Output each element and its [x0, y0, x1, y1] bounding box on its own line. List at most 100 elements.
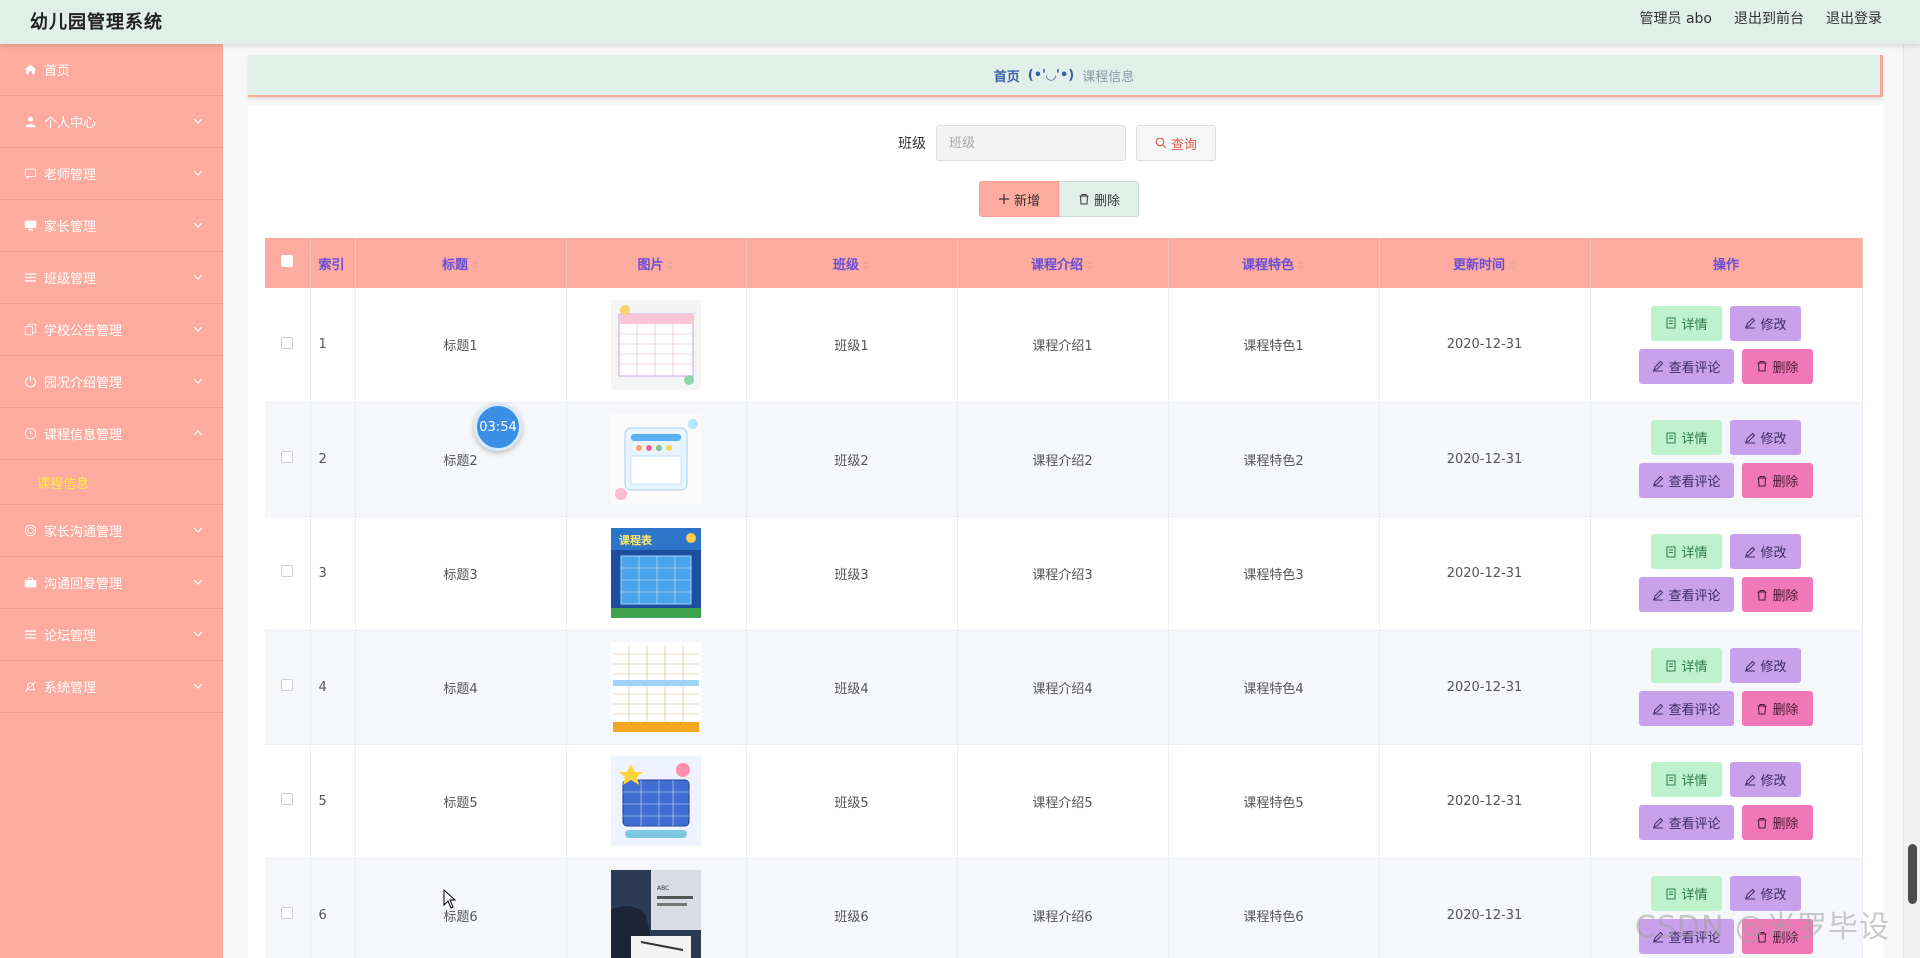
cell-feature: 课程特色6 [1168, 858, 1380, 958]
edit-button[interactable]: 修改 [1730, 305, 1801, 341]
view-comments-button[interactable]: 查看评论 [1639, 805, 1734, 840]
cell-title: 标题3 [355, 516, 567, 631]
edit-icon [1744, 546, 1756, 558]
row-checkbox[interactable] [281, 907, 294, 919]
row-actions-top: 详情 修改 [1651, 420, 1801, 455]
batch-delete-button[interactable]: 删除 [1059, 181, 1139, 217]
view-comments-button-label: 查看评论 [1668, 360, 1721, 376]
column-header-class[interactable]: 班级 [746, 238, 958, 288]
edit-button[interactable]: 修改 [1730, 420, 1801, 455]
target-icon [22, 523, 38, 539]
cell-image: ABC [566, 858, 747, 958]
sidebar-item-parents[interactable]: 家长管理 [0, 200, 223, 252]
delete-button[interactable]: 删除 [1742, 348, 1813, 384]
action-row: 新增 删除 [979, 181, 1139, 217]
sidebar-item-forum[interactable]: 论坛管理 [0, 609, 223, 661]
class-search-input[interactable] [936, 125, 1126, 161]
sidebar-item-course-info[interactable]: 课程信息管理 [0, 408, 223, 460]
schedule-chart-image[interactable] [611, 299, 701, 390]
column-updated-label: 更新时间 [1452, 257, 1505, 273]
column-header-updated[interactable]: 更新时间 [1379, 238, 1591, 288]
edit-button[interactable]: 修改 [1730, 534, 1801, 569]
spreadsheet-image[interactable] [611, 642, 701, 732]
detail-button[interactable]: 详情 [1651, 762, 1722, 797]
cell-index: 6 [310, 858, 356, 958]
edit-button[interactable]: 修改 [1730, 648, 1801, 683]
delete-button[interactable]: 删除 [1742, 691, 1813, 726]
row-checkbox[interactable] [281, 679, 294, 691]
sidebar-item-campus-intro[interactable]: 园况介绍管理 [0, 356, 223, 408]
breadcrumb-separator: (•'◡'•) [1027, 67, 1075, 83]
view-comments-button[interactable]: 查看评论 [1639, 463, 1734, 498]
column-header-feature[interactable]: 课程特色 [1168, 238, 1380, 288]
breadcrumb-home[interactable]: 首页 [994, 66, 1020, 85]
row-checkbox[interactable] [281, 336, 294, 349]
sidebar-item-system[interactable]: 系统管理 [0, 661, 223, 713]
column-header-intro[interactable]: 课程介绍 [957, 238, 1169, 288]
search-button[interactable]: 查询 [1136, 125, 1216, 161]
sidebar-item-parent-communication[interactable]: 家长沟通管理 [0, 505, 223, 557]
edit-icon [1652, 475, 1664, 487]
sidebar-item-classes[interactable]: 班级管理 [0, 252, 223, 304]
page-scrollbar[interactable] [1903, 44, 1920, 958]
detail-button[interactable]: 详情 [1651, 305, 1722, 341]
column-header-title[interactable]: 标题 [355, 238, 567, 288]
admin-user-label[interactable]: 管理员 abo [1640, 8, 1712, 28]
add-button[interactable]: 新增 [979, 181, 1059, 217]
cell-feature: 课程特色2 [1168, 402, 1380, 517]
chevron-down-icon [193, 168, 203, 178]
cartoon-timetable-image[interactable] [611, 756, 701, 846]
row-checkbox[interactable] [281, 565, 294, 577]
cell-intro: 课程介绍6 [957, 858, 1169, 958]
cell-index: 4 [310, 630, 356, 745]
submenu-item-course-info[interactable]: 课程信息 [0, 460, 223, 505]
sidebar-item-home[interactable]: 首页 [0, 44, 223, 96]
view-comments-button[interactable]: 查看评论 [1639, 577, 1734, 612]
sidebar-item-announcements[interactable]: 学校公告管理 [0, 304, 223, 356]
logout-link[interactable]: 退出登录 [1826, 8, 1882, 28]
view-comments-button-label: 查看评论 [1668, 817, 1721, 832]
study-photo-image[interactable]: ABC [611, 870, 701, 958]
mouse-cursor-icon [443, 889, 457, 909]
select-all-checkbox[interactable] [281, 255, 294, 267]
cell-class: 班级5 [746, 744, 958, 859]
go-frontend-link[interactable]: 退出到前台 [1734, 8, 1804, 28]
cell-image [566, 744, 747, 859]
scrollbar-thumb[interactable] [1908, 844, 1917, 904]
cell-class: 班级2 [746, 402, 958, 517]
detail-button[interactable]: 详情 [1651, 534, 1722, 569]
detail-button-label: 详情 [1681, 660, 1708, 675]
delete-button[interactable]: 删除 [1742, 577, 1813, 612]
chevron-up-icon [193, 428, 203, 438]
sidebar-item-replies[interactable]: 沟通回复管理 [0, 557, 223, 609]
monitor-icon [22, 218, 38, 234]
edit-icon [1744, 317, 1756, 329]
edit-icon [1744, 774, 1756, 786]
sidebar-item-profile[interactable]: 个人中心 [0, 96, 223, 148]
edit-button[interactable]: 修改 [1730, 762, 1801, 797]
search-button-label: 查询 [1170, 137, 1197, 153]
row-select-cell [265, 858, 311, 958]
cell-index: 5 [310, 744, 356, 859]
plus-icon [998, 193, 1010, 205]
sidebar-item-teachers[interactable]: 老师管理 [0, 148, 223, 200]
delete-button[interactable]: 删除 [1742, 463, 1813, 498]
cartoon-card-image[interactable] [611, 414, 701, 504]
detail-button-label: 详情 [1681, 317, 1708, 333]
row-actions-bottom: 查看评论 删除 [1639, 805, 1813, 840]
row-checkbox[interactable] [281, 793, 294, 805]
edit-button-label: 修改 [1760, 317, 1787, 333]
row-actions: 详情 修改查看评论 删除 [1591, 534, 1862, 612]
timer-badge[interactable]: 03:54 [474, 403, 522, 451]
detail-button[interactable]: 详情 [1651, 420, 1722, 455]
column-header-image[interactable]: 图片 [566, 238, 747, 288]
top-links: 管理员 abo 退出到前台 退出登录 [1640, 8, 1882, 28]
view-comments-button[interactable]: 查看评论 [1639, 691, 1734, 726]
view-comments-button[interactable]: 查看评论 [1639, 348, 1734, 384]
detail-button[interactable]: 详情 [1651, 648, 1722, 683]
blue-timetable-image[interactable]: 课程表 [611, 528, 701, 618]
delete-button[interactable]: 删除 [1742, 805, 1813, 840]
cell-image [566, 402, 747, 517]
row-checkbox[interactable] [281, 451, 294, 463]
sort-icon [472, 261, 478, 269]
